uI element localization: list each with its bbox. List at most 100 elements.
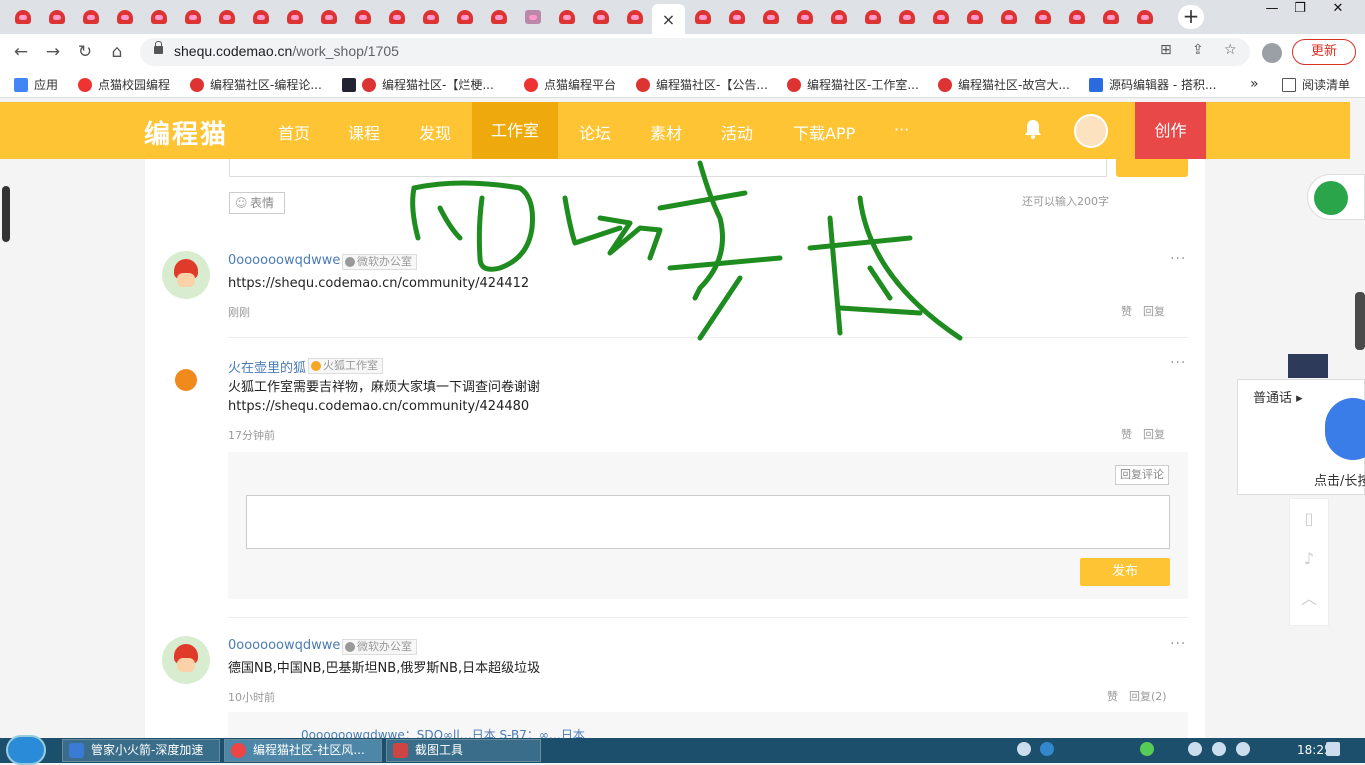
nav-workshop[interactable]: 工作室 bbox=[472, 102, 559, 159]
browser-tab[interactable] bbox=[584, 4, 617, 30]
bookmark-item[interactable]: 点猫校园编程 bbox=[78, 76, 170, 93]
browser-tab[interactable] bbox=[6, 4, 39, 30]
browser-tab[interactable] bbox=[74, 4, 107, 30]
taskbar-app[interactable]: 编程猫社区-社区风... bbox=[224, 739, 382, 762]
reply-button[interactable]: 回复(2) bbox=[1129, 690, 1167, 703]
browser-tab[interactable] bbox=[346, 4, 379, 30]
share-icon[interactable]: ⇪ bbox=[1192, 42, 1204, 58]
more-options-icon[interactable]: ··· bbox=[1170, 251, 1186, 267]
sub-reply-text[interactable]: 0oooooowqdwwe：SDO∞ll…日本 S-B7：∞…日本 bbox=[301, 726, 585, 738]
back-icon[interactable]: ← bbox=[10, 41, 32, 63]
commenter-avatar[interactable] bbox=[162, 636, 210, 684]
commenter-name[interactable]: 0oooooowqdwwe bbox=[228, 253, 340, 268]
comment-text[interactable]: 德国NB,中国NB,巴基斯坦NB,俄罗斯NB,日本超级垃圾 bbox=[228, 659, 540, 678]
network-icon[interactable] bbox=[1212, 742, 1226, 756]
like-button[interactable]: 赞 bbox=[1121, 428, 1132, 441]
new-tab-button[interactable]: + bbox=[1178, 5, 1204, 29]
reply-textarea[interactable] bbox=[246, 495, 1170, 549]
bookmark-item[interactable]: 点猫编程平台 bbox=[524, 76, 616, 93]
browser-tab[interactable] bbox=[312, 4, 345, 30]
reading-list-button[interactable]: 阅读清单 bbox=[1282, 76, 1350, 93]
maximize-button[interactable]: ❐ bbox=[1286, 0, 1314, 22]
translate-icon[interactable]: ⊞ bbox=[1160, 42, 1172, 58]
browser-tab[interactable] bbox=[720, 4, 753, 30]
publish-button[interactable]: 发布 bbox=[1080, 558, 1170, 586]
bookmarks-overflow-button[interactable]: » bbox=[1250, 76, 1259, 92]
nav-download-app[interactable]: 下载APP bbox=[793, 120, 855, 144]
volume-icon[interactable] bbox=[1236, 742, 1250, 756]
side-thumbnail[interactable] bbox=[1288, 354, 1328, 378]
bell-icon[interactable]: ♪ bbox=[1290, 539, 1328, 579]
bookmark-item[interactable]: 源码编辑器 - 搭积... bbox=[1089, 76, 1216, 93]
tray-icon[interactable] bbox=[1188, 742, 1202, 756]
more-options-icon[interactable]: ··· bbox=[1170, 355, 1186, 371]
browser-tab[interactable] bbox=[482, 4, 515, 30]
browser-tab[interactable] bbox=[244, 4, 277, 30]
bookmark-item[interactable]: 编程猫社区-编程论... bbox=[190, 76, 322, 93]
close-window-button[interactable]: ✕ bbox=[1324, 0, 1352, 22]
reply-button[interactable]: 回复 bbox=[1143, 428, 1165, 441]
browser-tab[interactable] bbox=[890, 4, 923, 30]
browser-tab[interactable] bbox=[550, 4, 583, 30]
browser-tab[interactable] bbox=[686, 4, 719, 30]
browser-tab[interactable] bbox=[176, 4, 209, 30]
browser-tab[interactable] bbox=[1094, 4, 1127, 30]
action-center-icon[interactable] bbox=[1326, 742, 1340, 756]
like-button[interactable]: 赞 bbox=[1107, 690, 1118, 703]
address-bar[interactable]: shequ.codemao.cn/work_shop/1705 ⊞ ⇪ ☆ bbox=[140, 38, 1250, 66]
comment-text[interactable]: 火狐工作室需要吉祥物，麻烦大家填一下调查问卷谢谢 bbox=[228, 378, 540, 397]
browser-tab[interactable] bbox=[380, 4, 413, 30]
browser-tab[interactable] bbox=[754, 4, 787, 30]
fox-avatar[interactable] bbox=[175, 369, 197, 391]
create-button[interactable]: 创作 bbox=[1135, 102, 1206, 159]
browser-tab[interactable] bbox=[210, 4, 243, 30]
browser-tab[interactable] bbox=[958, 4, 991, 30]
bookmark-item[interactable]: 编程猫社区-【公告... bbox=[636, 76, 768, 93]
browser-tab[interactable] bbox=[924, 4, 957, 30]
taskbar-app[interactable]: 截图工具 bbox=[386, 739, 541, 762]
back-to-top-icon[interactable]: ︿ bbox=[1290, 579, 1328, 619]
browser-tab[interactable] bbox=[516, 4, 549, 30]
browser-tab[interactable] bbox=[142, 4, 175, 30]
url-text[interactable]: shequ.codemao.cn/work_shop/1705 bbox=[174, 43, 399, 59]
forward-icon[interactable]: → bbox=[42, 41, 64, 63]
commenter-avatar[interactable] bbox=[162, 251, 210, 299]
notification-bell-icon[interactable] bbox=[1022, 118, 1044, 140]
nav-materials[interactable]: 素材 bbox=[650, 120, 682, 144]
nav-discover[interactable]: 发现 bbox=[419, 120, 451, 144]
nav-home[interactable]: 首页 bbox=[278, 120, 310, 144]
browser-tab[interactable] bbox=[1026, 4, 1059, 30]
bookmark-item[interactable]: 编程猫社区-【烂梗... bbox=[342, 76, 494, 93]
browser-tab[interactable] bbox=[856, 4, 889, 30]
wifi-tray-icon[interactable] bbox=[1140, 742, 1154, 756]
browser-tab[interactable] bbox=[788, 4, 821, 30]
tab-close-icon[interactable]: × bbox=[662, 10, 675, 29]
browser-tab[interactable] bbox=[1128, 4, 1161, 30]
bookmark-item[interactable]: 编程猫社区-故宫大... bbox=[938, 76, 1070, 93]
reply-comment-tag[interactable]: 回复评论 bbox=[1115, 465, 1169, 485]
microphone-icon[interactable] bbox=[1325, 398, 1365, 460]
nav-courses[interactable]: 课程 bbox=[348, 120, 380, 144]
taskbar-app[interactable]: 管家小火箭-深度加速 bbox=[62, 739, 220, 762]
nav-forum[interactable]: 论坛 bbox=[579, 120, 611, 144]
comment-submit-button[interactable] bbox=[1116, 159, 1188, 177]
studio-badge[interactable]: 火狐工作室 bbox=[308, 358, 383, 374]
browser-tab[interactable] bbox=[414, 4, 447, 30]
browser-tab[interactable] bbox=[40, 4, 73, 30]
like-button[interactable]: 赞 bbox=[1121, 305, 1132, 318]
mobile-icon[interactable]: ▯ bbox=[1290, 499, 1328, 539]
reply-button[interactable]: 回复 bbox=[1143, 305, 1165, 318]
browser-tab[interactable] bbox=[278, 4, 311, 30]
user-avatar[interactable] bbox=[1074, 114, 1108, 148]
browser-tab-active[interactable]: × bbox=[652, 4, 685, 34]
bookmark-star-icon[interactable]: ☆ bbox=[1224, 42, 1237, 58]
home-icon[interactable]: ⌂ bbox=[106, 41, 128, 63]
tray-icon[interactable] bbox=[1017, 742, 1031, 756]
comment-link[interactable]: https://shequ.codemao.cn/community/42448… bbox=[228, 397, 529, 416]
commenter-name[interactable]: 0oooooowqdwwe bbox=[228, 638, 340, 653]
more-options-icon[interactable]: ··· bbox=[1170, 636, 1186, 652]
browser-tab[interactable] bbox=[448, 4, 481, 30]
nav-more[interactable]: ··· bbox=[894, 120, 909, 139]
nav-events[interactable]: 活动 bbox=[721, 120, 753, 144]
left-scroll-handle[interactable] bbox=[2, 186, 10, 242]
